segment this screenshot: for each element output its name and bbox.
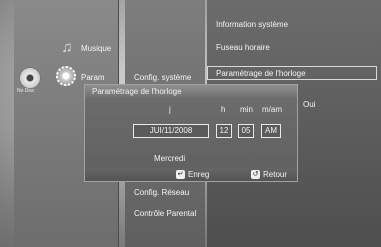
date-field[interactable]: JUI/11/2008 <box>133 124 209 138</box>
submenu-item-config-systeme[interactable]: Config. système <box>134 73 191 82</box>
ampm-header: m/am <box>262 105 282 114</box>
option-value-oui: Oui <box>303 100 316 109</box>
menu-item-param[interactable]: Param <box>81 73 105 82</box>
ampm-field[interactable]: AM <box>261 124 281 138</box>
submenu-item-config-reseau[interactable]: Config. Réseau <box>134 188 189 197</box>
menu-item-musique[interactable]: Musique <box>81 44 111 53</box>
date-header: j <box>169 105 171 114</box>
weekday-label: Mercredi <box>154 154 186 163</box>
hour-field[interactable]: 12 <box>216 124 232 138</box>
minute-field[interactable]: 05 <box>238 124 254 138</box>
minute-header: min <box>240 105 253 114</box>
enter-key-icon[interactable]: ↵ <box>176 170 185 179</box>
hour-header: h <box>221 105 226 114</box>
option-information-systeme[interactable]: Information système <box>216 20 288 29</box>
gear-icon <box>56 66 76 86</box>
option-parametrage-horloge[interactable]: Paramétrage de l'horloge <box>216 69 306 78</box>
return-key-icon[interactable]: ↺ <box>251 170 260 179</box>
music-note-icon: ♫ <box>61 39 73 56</box>
disc-status-label: No Disc <box>17 88 35 94</box>
clock-settings-dialog: Paramétrage de l'horloge j h min m/am JU… <box>84 84 298 182</box>
option-fuseau-horaire[interactable]: Fuseau horaire <box>216 43 270 52</box>
back-button[interactable]: Retour <box>263 170 287 179</box>
save-button[interactable]: Enreg <box>188 170 209 179</box>
disc-icon <box>19 67 41 89</box>
dialog-footer: ↵ Enreg ↺ Retour <box>85 168 297 181</box>
screen: No Disc ♫ Musique Param Config. système … <box>0 0 381 247</box>
submenu-item-controle-parental[interactable]: Contrôle Parental <box>134 209 196 218</box>
dialog-title: Paramétrage de l'horloge <box>85 85 297 98</box>
